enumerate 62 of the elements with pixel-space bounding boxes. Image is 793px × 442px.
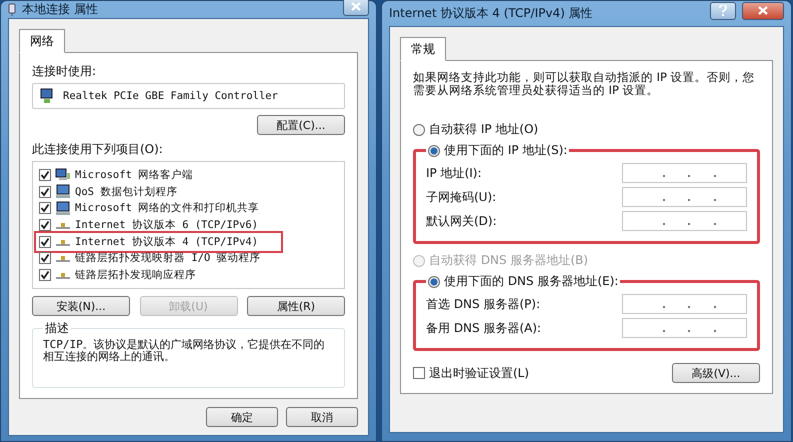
- field-label: 子网掩码(U):: [426, 188, 496, 206]
- close-button[interactable]: [343, 0, 369, 16]
- checkbox[interactable]: [39, 252, 51, 264]
- list-item[interactable]: Microsoft 网络的文件和打印机共享: [37, 200, 340, 216]
- connect-using-label: 连接时使用:: [32, 63, 98, 80]
- advanced-button[interactable]: 高级(V)...: [672, 363, 760, 383]
- network-protocol-icon: [55, 270, 71, 280]
- validate-option[interactable]: 退出时验证设置(L): [413, 364, 530, 382]
- items-label: 此连接使用下列项目(O):: [32, 141, 164, 158]
- list-item[interactable]: Internet 协议版本 6 (TCP/IPv6): [37, 217, 340, 233]
- help-button[interactable]: [710, 2, 736, 20]
- network-adapter-icon: [39, 88, 55, 104]
- window-icon: [8, 2, 16, 16]
- field-label: 备用 DNS 服务器(A):: [426, 320, 542, 336]
- ip-address-field[interactable]: [622, 318, 747, 338]
- radio-button[interactable]: [413, 124, 425, 136]
- tab[interactable]: 常规: [400, 37, 446, 61]
- network-protocol-icon: [55, 253, 71, 264]
- field-label: 首选 DNS 服务器(P):: [426, 296, 540, 312]
- close-icon: [758, 6, 768, 15]
- window-title: 本地连接 属性: [22, 1, 99, 18]
- list-item[interactable]: Microsoft 网络客户端: [37, 167, 340, 183]
- radio-option[interactable]: 使用下面的 IP 地址(S):: [428, 142, 568, 159]
- network-protocol-icon: [55, 220, 71, 230]
- checkbox[interactable]: [39, 236, 51, 248]
- ip-address-field[interactable]: [622, 294, 747, 314]
- radio-button[interactable]: [428, 144, 440, 156]
- field-label: IP 地址(I):: [426, 164, 482, 182]
- radio-option[interactable]: 自动获得 IP 地址(O): [413, 121, 760, 138]
- adapter-name: Realtek PCIe GBE Family Controller: [63, 90, 278, 102]
- radio-button[interactable]: [428, 276, 440, 288]
- computer-icon: [55, 200, 71, 216]
- checkbox[interactable]: [39, 186, 51, 198]
- ip-address-field[interactable]: [622, 163, 747, 183]
- checkbox[interactable]: [39, 269, 51, 282]
- intro-text: 如果网络支持此功能，则可以获取自动指派的 IP 设置。否则，您需要从网络系统管理员处获得适当的 IP 设置。: [413, 71, 756, 97]
- checkbox[interactable]: [39, 219, 51, 232]
- dialog-button[interactable]: 确定: [206, 407, 278, 427]
- computer-icon: [55, 184, 71, 200]
- dialog-button[interactable]: 取消: [286, 407, 358, 427]
- close-button[interactable]: [742, 2, 784, 20]
- checkbox[interactable]: [413, 367, 425, 379]
- list-item[interactable]: 链路层拓扑发现映射器 I/O 驱动程序: [37, 250, 340, 266]
- group-title: 描述: [44, 320, 70, 337]
- close-icon: [351, 2, 361, 11]
- highlighted-list-item[interactable]: Internet 协议版本 4 (TCP/IPv4): [37, 234, 280, 250]
- field-label: 默认网关(D):: [426, 212, 497, 230]
- list-action-button[interactable]: 属性(R): [247, 296, 345, 316]
- description-text: TCP/IP。该协议是默认的广域网络协议，它提供在不同的相互连接的网络上的通讯。: [43, 339, 326, 365]
- radio-option[interactable]: 使用下面的 DNS 服务器地址(E):: [428, 273, 618, 290]
- configure-button[interactable]: 配置(C)...: [257, 115, 345, 135]
- tab[interactable]: 网络: [19, 29, 65, 53]
- help-icon: [719, 5, 727, 16]
- ip-address-field[interactable]: [622, 187, 747, 207]
- network-client-icon: [55, 168, 71, 182]
- window-title: Internet 协议版本 4 (TCP/IPv4) 属性: [389, 5, 594, 22]
- checkbox[interactable]: [39, 168, 51, 181]
- list-item[interactable]: 链路层拓扑发现响应程序: [37, 267, 340, 284]
- list-item[interactable]: QoS 数据包计划程序: [37, 184, 340, 200]
- ip-address-field[interactable]: [622, 211, 747, 231]
- checkbox[interactable]: [39, 202, 51, 214]
- list-action-button[interactable]: 安装(N)...: [32, 296, 130, 316]
